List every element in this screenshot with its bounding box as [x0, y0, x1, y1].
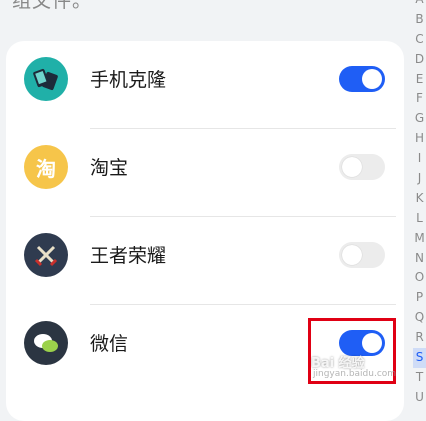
index-letter[interactable]: F [413, 89, 426, 109]
index-letter-active[interactable]: S [413, 348, 426, 368]
index-letter[interactable]: J [413, 169, 426, 189]
app-row-phone-clone[interactable]: 手机克隆 [6, 41, 404, 129]
taobao-icon: 淘 [24, 145, 68, 189]
app-label-taobao: 淘宝 [90, 157, 129, 179]
phone-clone-toggle[interactable] [339, 66, 385, 92]
honor-of-kings-toggle[interactable] [339, 242, 385, 268]
index-letter[interactable]: L [413, 209, 426, 229]
app-label-phone-clone: 手机克隆 [90, 69, 167, 91]
index-letter[interactable]: K [413, 189, 426, 209]
app-label-wechat: 微信 [90, 333, 129, 355]
app-row-taobao[interactable]: 淘 淘宝 [6, 129, 404, 217]
alphabet-index[interactable]: A B C D E F G H I J K L M N O P Q R S T … [413, 0, 426, 408]
toggle-knob [342, 157, 362, 177]
index-letter[interactable]: N [413, 249, 426, 269]
watermark-url: jingyan.baidu.com [313, 369, 397, 379]
index-letter[interactable]: H [413, 129, 426, 149]
index-letter[interactable]: M [413, 229, 426, 249]
index-letter[interactable]: R [413, 328, 426, 348]
index-letter[interactable]: P [413, 288, 426, 308]
honor-of-kings-icon [24, 233, 68, 277]
app-label-honor-of-kings: 王者荣耀 [90, 245, 167, 267]
index-letter[interactable]: D [413, 50, 426, 70]
taobao-icon-glyph: 淘 [36, 156, 56, 181]
wechat-icon [24, 321, 68, 365]
top-partial-text: 组文件。 [12, 0, 93, 12]
index-letter[interactable]: Q [413, 308, 426, 328]
toggle-knob [362, 69, 382, 89]
app-row-honor-of-kings[interactable]: 王者荣耀 [6, 217, 404, 305]
index-letter[interactable]: O [413, 268, 426, 288]
index-letter[interactable]: E [413, 70, 426, 90]
index-letter[interactable]: I [413, 149, 426, 169]
taobao-toggle[interactable] [339, 154, 385, 180]
index-letter[interactable]: T [413, 368, 426, 388]
index-letter[interactable]: B [413, 10, 426, 30]
index-letter[interactable]: U [413, 388, 426, 408]
index-letter[interactable]: A [413, 0, 426, 10]
index-letter[interactable]: G [413, 109, 426, 129]
phone-clone-icon [24, 57, 68, 101]
index-letter[interactable]: C [413, 30, 426, 50]
toggle-knob [342, 245, 362, 265]
